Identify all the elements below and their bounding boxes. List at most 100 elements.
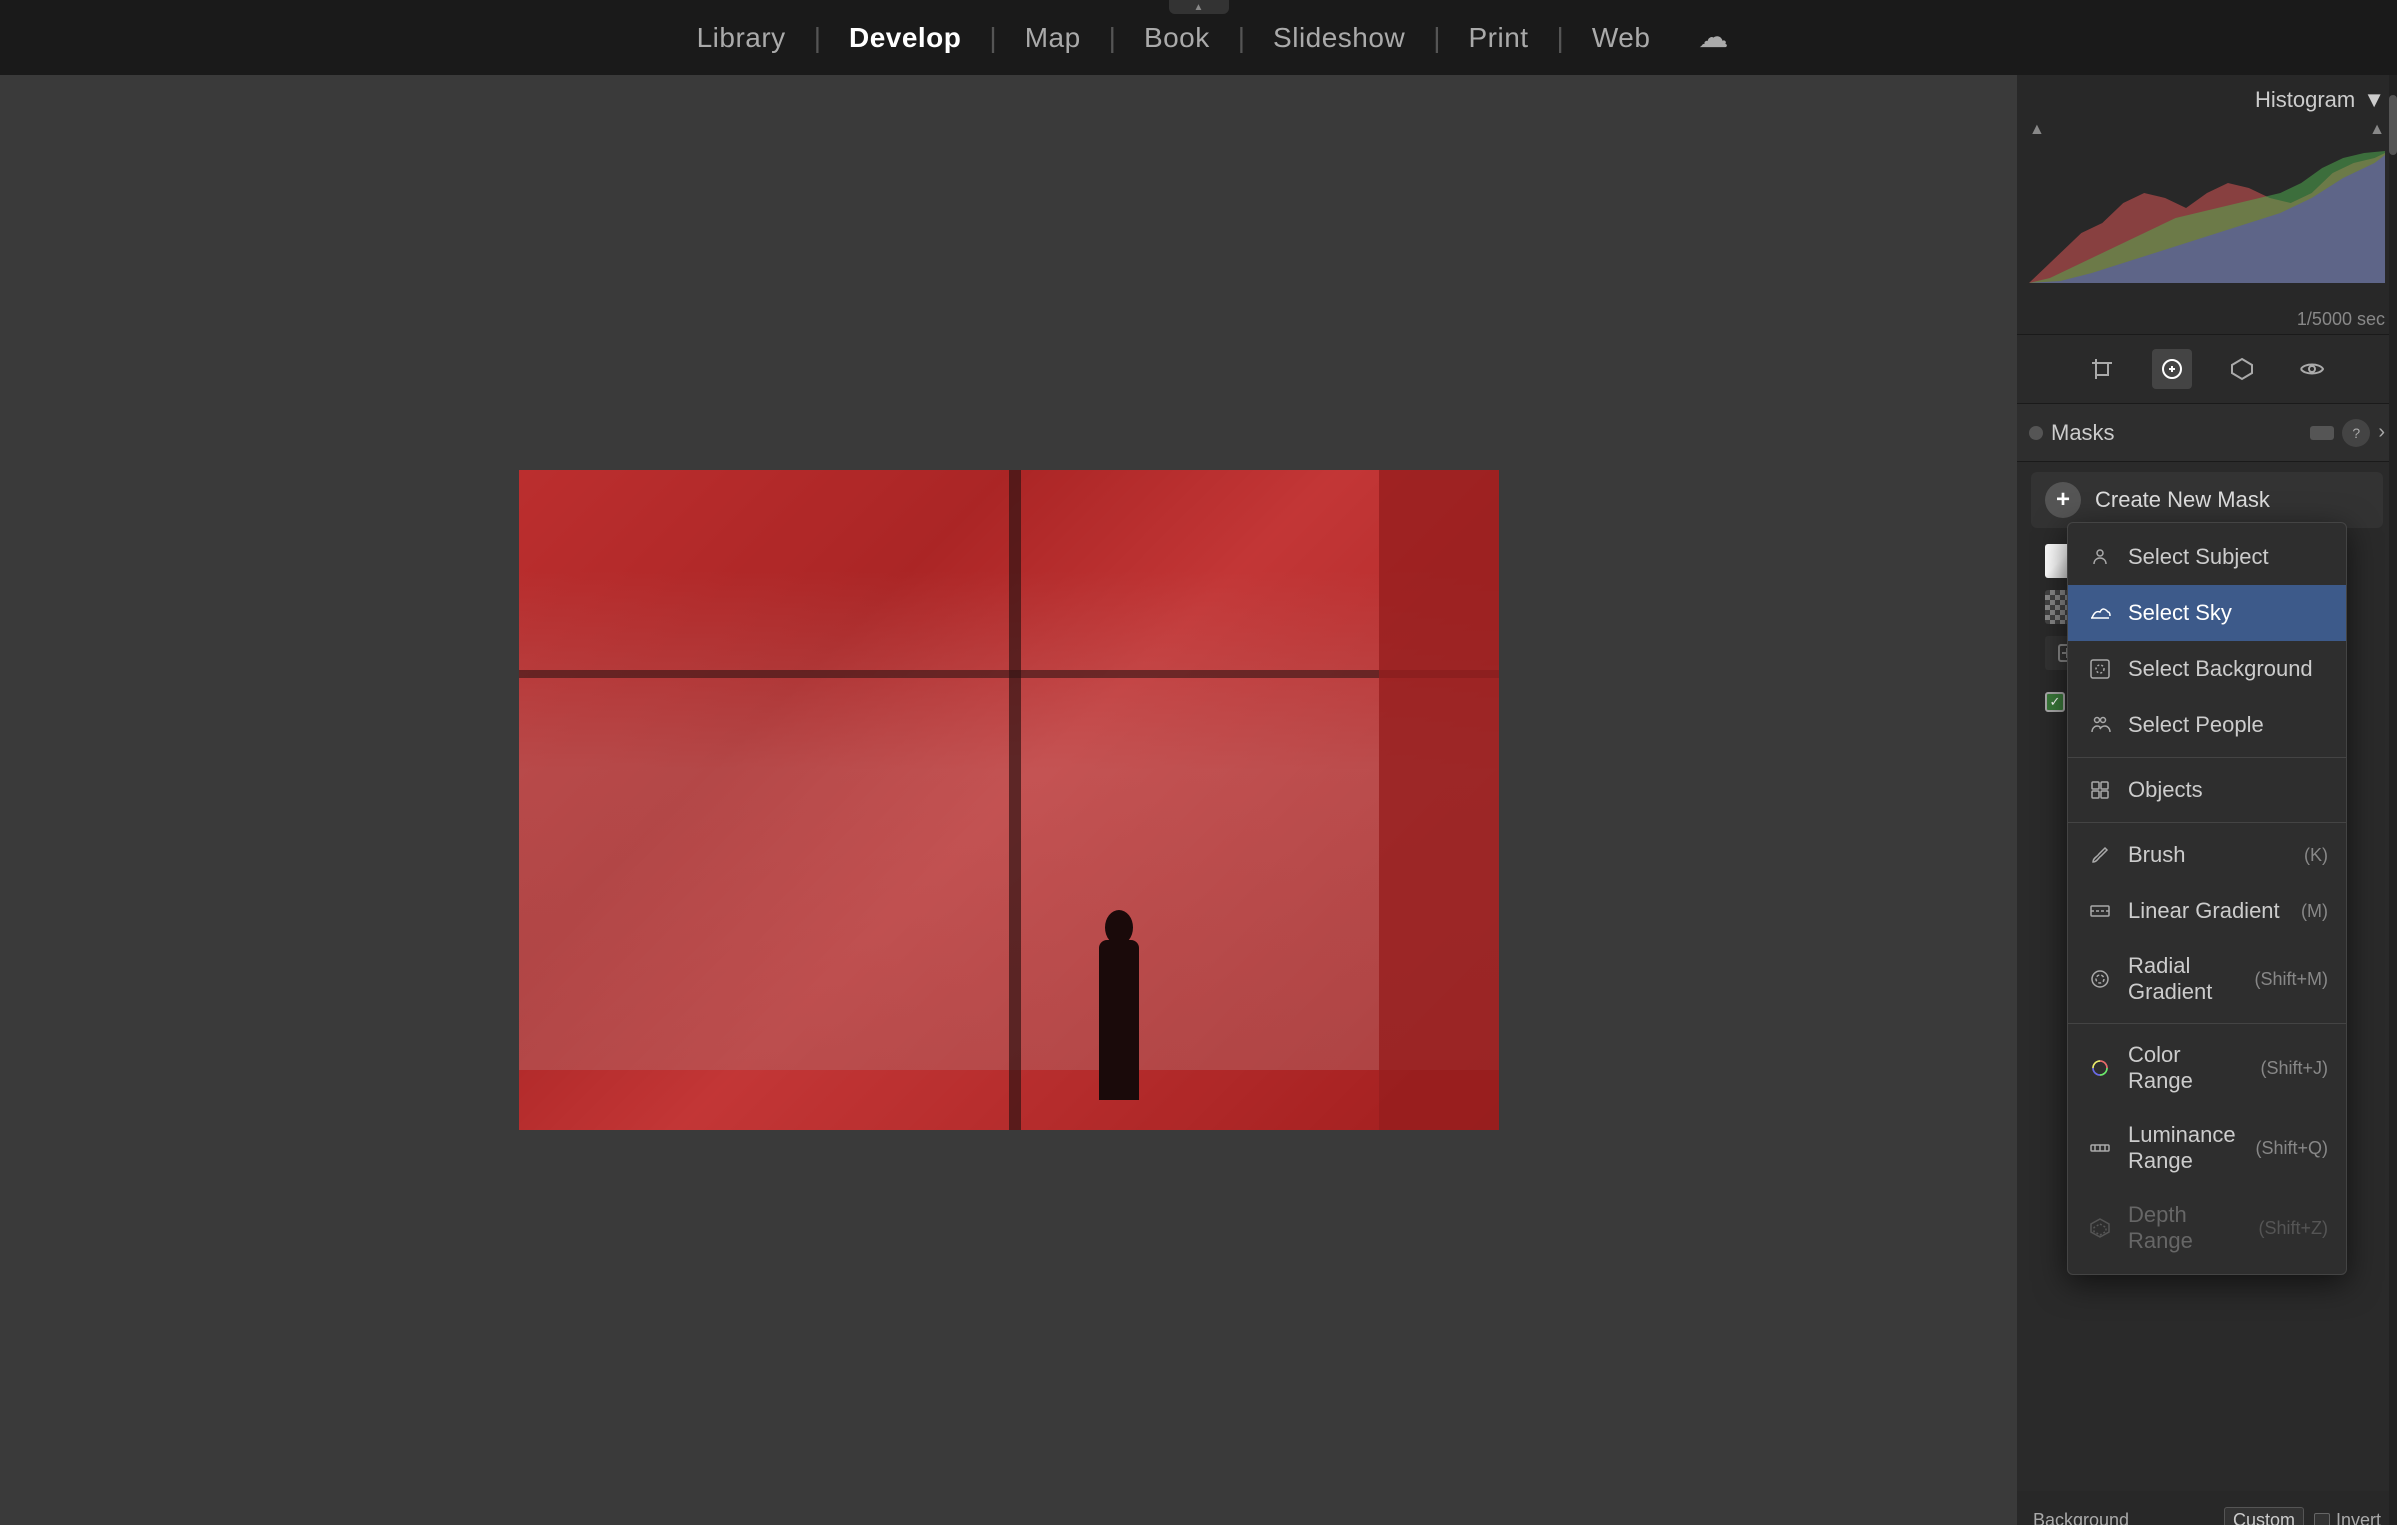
- main-nav: Library | Develop | Map | Book | Slidesh…: [669, 20, 1729, 55]
- masks-chevron-icon[interactable]: ›: [2378, 421, 2385, 444]
- luminance-range-icon: [2086, 1134, 2114, 1162]
- tool-icons-row: [2017, 335, 2397, 404]
- masks-content: + Create New Mask Mask 1 Background: [2017, 462, 2397, 731]
- create-mask-dropdown: Select Subject Select Sky: [2067, 522, 2347, 1275]
- mask-name-label: Background: [2033, 1510, 2129, 1525]
- select-sky-icon: [2086, 599, 2114, 627]
- color-range-shortcut: (Shift+J): [2260, 1058, 2328, 1079]
- brush-shortcut: (K): [2304, 845, 2328, 866]
- person-body: [1099, 940, 1139, 1100]
- histogram-left-clip[interactable]: ▲: [2029, 121, 2045, 139]
- histogram-label: Histogram: [2255, 87, 2355, 113]
- top-expand-button[interactable]: [1169, 0, 1229, 14]
- nav-print[interactable]: Print: [1440, 22, 1556, 54]
- photo-image: [519, 470, 1499, 1130]
- menu-label-brush: Brush: [2128, 842, 2185, 868]
- masks-indicator: [2029, 426, 2043, 440]
- menu-item-radial-gradient[interactable]: Radial Gradient (Shift+M): [2068, 939, 2346, 1019]
- plus-icon: +: [2045, 482, 2081, 518]
- menu-label-select-subject: Select Subject: [2128, 544, 2269, 570]
- menu-separator-1: [2068, 757, 2346, 758]
- masks-panel-header: Masks ? ›: [2017, 404, 2397, 462]
- window-frame-horizontal: [519, 670, 1499, 678]
- scroll-thumb[interactable]: [2389, 95, 2397, 155]
- scrollbar[interactable]: [2389, 75, 2397, 1525]
- masks-info-btn[interactable]: ?: [2342, 419, 2370, 447]
- invert-row: Invert: [2314, 1510, 2381, 1525]
- window-frame-vertical: [1009, 470, 1021, 1130]
- invert-checkbox[interactable]: [2314, 1513, 2330, 1525]
- color-range-icon: [2086, 1054, 2114, 1082]
- histogram-canvas: [2029, 143, 2385, 303]
- nav-sep-4: |: [1238, 22, 1245, 54]
- radial-gradient-shortcut: (Shift+M): [2254, 969, 2328, 990]
- crop-tool[interactable]: [2082, 349, 2122, 389]
- radial-gradient-icon: [2086, 965, 2114, 993]
- nav-sep-1: |: [814, 22, 821, 54]
- menu-item-linear-gradient[interactable]: Linear Gradient (M): [2068, 883, 2346, 939]
- select-subject-icon: [2086, 543, 2114, 571]
- main-content: Histogram ▼ ▲ ▲ 1/5000 sec: [0, 75, 2397, 1525]
- histogram-chart: [2029, 143, 2385, 283]
- luminance-range-shortcut: (Shift+Q): [2255, 1138, 2328, 1159]
- sliders-panel: Background Custom Invert Exposure 100: [2017, 1491, 2397, 1525]
- menu-label-select-people: Select People: [2128, 712, 2264, 738]
- effect-dropdown[interactable]: Custom: [2224, 1507, 2304, 1525]
- menu-item-objects[interactable]: Objects: [2068, 762, 2346, 818]
- menu-label-linear-gradient: Linear Gradient: [2128, 898, 2280, 924]
- histogram-section: Histogram ▼ ▲ ▲ 1/5000 sec: [2017, 75, 2397, 335]
- depth-range-icon: [2086, 1214, 2114, 1242]
- menu-separator-2: [2068, 822, 2346, 823]
- menu-item-color-range[interactable]: Color Range (Shift+J): [2068, 1028, 2346, 1108]
- menu-item-select-sky[interactable]: Select Sky: [2068, 585, 2346, 641]
- menu-item-brush[interactable]: Brush (K): [2068, 827, 2346, 883]
- menu-label-objects: Objects: [2128, 777, 2203, 803]
- nav-book[interactable]: Book: [1116, 22, 1238, 54]
- histogram-header: Histogram ▼: [2029, 87, 2385, 113]
- healing-tool[interactable]: [2152, 349, 2192, 389]
- masking-tool[interactable]: [2222, 349, 2262, 389]
- linear-gradient-icon: [2086, 897, 2114, 925]
- person-silhouette: [1079, 900, 1159, 1100]
- red-wall-panel: [1379, 470, 1499, 1130]
- menu-item-select-subject[interactable]: Select Subject: [2068, 529, 2346, 585]
- brush-icon: [2086, 841, 2114, 869]
- masks-title: Masks: [2051, 420, 2302, 446]
- select-people-icon: [2086, 711, 2114, 739]
- cloud-icon[interactable]: ☁: [1698, 20, 1728, 55]
- menu-item-luminance-range[interactable]: Luminance Range (Shift+Q): [2068, 1108, 2346, 1188]
- menu-label-depth-range: Depth Range: [2128, 1202, 2244, 1254]
- nav-sep-6: |: [1557, 22, 1564, 54]
- menu-item-select-people[interactable]: Select People: [2068, 697, 2346, 753]
- menu-separator-3: [2068, 1023, 2346, 1024]
- objects-icon: [2086, 776, 2114, 804]
- sliders-header: Background Custom Invert: [2033, 1501, 2381, 1525]
- menu-label-radial-gradient: Radial Gradient: [2128, 953, 2240, 1005]
- nav-sep-5: |: [1433, 22, 1440, 54]
- invert-label: Invert: [2336, 1510, 2381, 1525]
- top-bar: Library | Develop | Map | Book | Slidesh…: [0, 0, 2397, 75]
- menu-label-select-background: Select Background: [2128, 656, 2313, 682]
- histogram-right-clip[interactable]: ▲: [2369, 121, 2385, 139]
- histogram-triangle-icon: ▼: [2363, 87, 2385, 113]
- create-new-mask-button[interactable]: + Create New Mask: [2031, 472, 2383, 528]
- nav-map[interactable]: Map: [997, 22, 1109, 54]
- nav-web[interactable]: Web: [1564, 22, 1679, 54]
- show-overlay-checkbox[interactable]: [2045, 692, 2065, 712]
- photo-area: [0, 75, 2017, 1525]
- menu-label-color-range: Color Range: [2128, 1042, 2246, 1094]
- menu-item-depth-range: Depth Range (Shift+Z): [2068, 1188, 2346, 1268]
- nav-slideshow[interactable]: Slideshow: [1245, 22, 1433, 54]
- masks-collapse-btn[interactable]: [2310, 426, 2334, 440]
- menu-label-select-sky: Select Sky: [2128, 600, 2232, 626]
- menu-label-luminance-range: Luminance Range: [2128, 1122, 2241, 1174]
- nav-sep-3: |: [1109, 22, 1116, 54]
- menu-item-select-background[interactable]: Select Background: [2068, 641, 2346, 697]
- create-mask-label: Create New Mask: [2095, 487, 2270, 513]
- red-eye-tool[interactable]: [2292, 349, 2332, 389]
- nav-library[interactable]: Library: [669, 22, 814, 54]
- exposure-info: 1/5000 sec: [2029, 309, 2385, 330]
- nav-develop[interactable]: Develop: [821, 22, 989, 54]
- exposure-value: 1/5000 sec: [2297, 309, 2385, 329]
- right-panel: Histogram ▼ ▲ ▲ 1/5000 sec: [2017, 75, 2397, 1525]
